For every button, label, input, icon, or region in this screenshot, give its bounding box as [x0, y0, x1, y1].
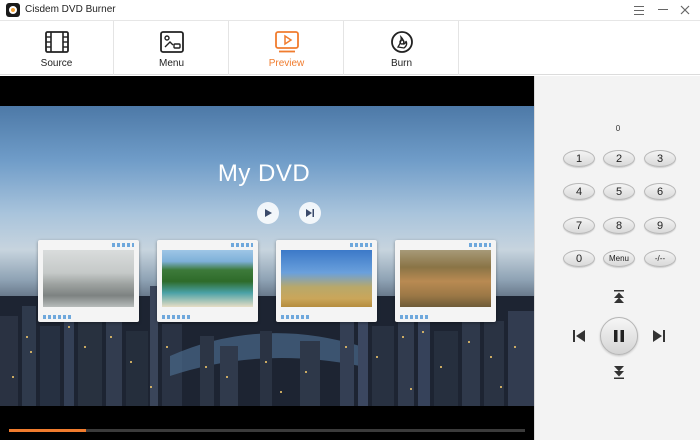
- chapter-thumbnail-1[interactable]: [38, 240, 139, 322]
- key-3[interactable]: 3: [644, 150, 676, 167]
- playback-progress-bar[interactable]: [9, 429, 525, 432]
- key-0[interactable]: 0: [563, 250, 595, 267]
- dvd-menu-title[interactable]: My DVD: [0, 160, 528, 188]
- previous-chapter-icon[interactable]: [571, 328, 587, 344]
- skip-down-icon[interactable]: [611, 363, 627, 381]
- key-5[interactable]: 5: [603, 183, 635, 200]
- film-strip-icon: [44, 31, 69, 53]
- preview-player[interactable]: My DVD: [0, 76, 534, 440]
- key-9[interactable]: 9: [644, 217, 676, 234]
- disc-burn-icon: [390, 31, 413, 53]
- skip-next-icon[interactable]: [299, 202, 321, 224]
- chapter-thumbnail-3[interactable]: [276, 240, 377, 322]
- key-8[interactable]: 8: [603, 217, 635, 234]
- remote-control-panel: 0 1 2 3 4 5 6 7 8 9 0 Menu -/--: [534, 76, 700, 440]
- tab-preview[interactable]: Preview: [230, 21, 344, 75]
- tab-preview-label: Preview: [268, 58, 305, 69]
- key-2[interactable]: 2: [603, 150, 635, 167]
- chapter-number-display: 0: [615, 124, 621, 133]
- menu-key[interactable]: Menu: [603, 250, 635, 267]
- giraffes-savanna-image: [281, 250, 372, 307]
- playback-progress-fill: [9, 429, 87, 432]
- antelope-herd-image: [400, 250, 491, 307]
- preview-play-icon: [274, 31, 299, 53]
- title-bar: Cisdem DVD Burner: [0, 0, 700, 20]
- main-toolbar: Source Menu Preview Burn: [0, 20, 700, 75]
- play-icon[interactable]: [257, 202, 279, 224]
- key-1[interactable]: 1: [563, 150, 595, 167]
- dvd-menu-background: My DVD: [0, 106, 534, 406]
- tropical-coast-image: [162, 250, 253, 307]
- skip-up-icon[interactable]: [611, 288, 627, 306]
- minimize-icon[interactable]: [654, 2, 672, 18]
- tab-burn-label: Burn: [390, 58, 413, 69]
- menu-layout-icon: [159, 31, 184, 53]
- chapter-thumbnail-2[interactable]: [157, 240, 258, 322]
- hamburger-icon[interactable]: [630, 2, 648, 18]
- key-4[interactable]: 4: [563, 183, 595, 200]
- chapter-thumbnail-4[interactable]: [395, 240, 496, 322]
- key-7[interactable]: 7: [563, 217, 595, 234]
- tab-burn[interactable]: Burn: [345, 21, 459, 75]
- tab-menu[interactable]: Menu: [115, 21, 229, 75]
- tab-menu-label: Menu: [158, 58, 184, 69]
- pause-icon[interactable]: [600, 317, 638, 355]
- next-chapter-icon[interactable]: [651, 328, 667, 344]
- key-6[interactable]: 6: [644, 183, 676, 200]
- birds-over-water-image: [43, 250, 134, 307]
- close-icon[interactable]: [676, 2, 694, 18]
- tab-source[interactable]: Source: [0, 21, 114, 75]
- digit-toggle-key[interactable]: -/--: [644, 250, 676, 267]
- app-title: Cisdem DVD Burner: [25, 4, 116, 15]
- app-logo-icon: [6, 3, 20, 17]
- tab-source-label: Source: [40, 58, 73, 69]
